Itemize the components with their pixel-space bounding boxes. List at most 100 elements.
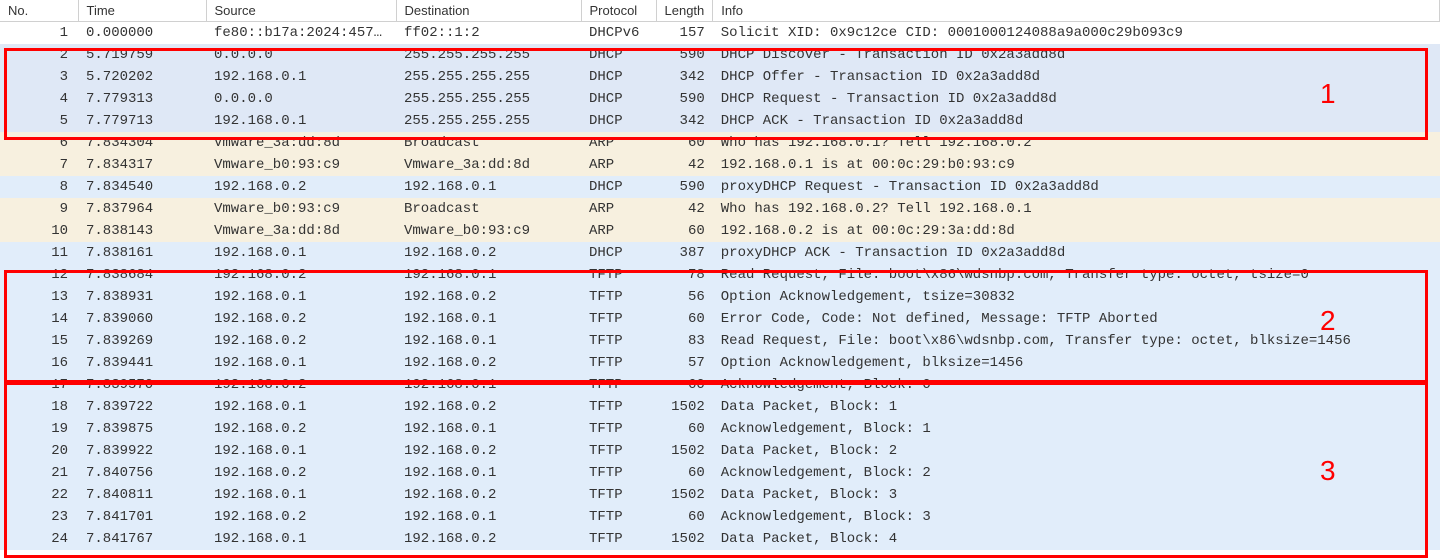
cell-source: fe80::b17a:2024:457…	[206, 22, 396, 45]
packet-row[interactable]: 167.839441192.168.0.1192.168.0.2TFTP57Op…	[0, 352, 1440, 374]
cell-info: DHCP Discover - Transaction ID 0x2a3add8…	[713, 44, 1440, 66]
packet-row[interactable]: 10.000000fe80::b17a:2024:457…ff02::1:2DH…	[0, 22, 1440, 45]
packet-list-table[interactable]: No. Time Source Destination Protocol Len…	[0, 0, 1440, 550]
column-header-row[interactable]: No. Time Source Destination Protocol Len…	[0, 0, 1440, 22]
column-header-time[interactable]: Time	[78, 0, 206, 22]
cell-length: 60	[656, 462, 713, 484]
packet-row[interactable]: 137.838931192.168.0.1192.168.0.2TFTP56Op…	[0, 286, 1440, 308]
cell-no: 24	[0, 528, 78, 550]
cell-protocol: ARP	[581, 154, 656, 176]
packet-row[interactable]: 177.839570192.168.0.2192.168.0.1TFTP60Ac…	[0, 374, 1440, 396]
cell-info: Acknowledgement, Block: 3	[713, 506, 1440, 528]
column-header-no[interactable]: No.	[0, 0, 78, 22]
cell-info: Acknowledgement, Block: 0	[713, 374, 1440, 396]
cell-destination: 192.168.0.1	[396, 418, 581, 440]
packet-row[interactable]: 187.839722192.168.0.1192.168.0.2TFTP1502…	[0, 396, 1440, 418]
cell-time: 7.838161	[78, 242, 206, 264]
packet-row[interactable]: 35.720202192.168.0.1255.255.255.255DHCP3…	[0, 66, 1440, 88]
cell-length: 1502	[656, 528, 713, 550]
cell-info: Read Request, File: boot\x86\wdsnbp.com,…	[713, 264, 1440, 286]
cell-source: 192.168.0.1	[206, 352, 396, 374]
cell-length: 42	[656, 198, 713, 220]
packet-row[interactable]: 107.838143Vmware_3a:dd:8dVmware_b0:93:c9…	[0, 220, 1440, 242]
packet-row[interactable]: 97.837964Vmware_b0:93:c9BroadcastARP42Wh…	[0, 198, 1440, 220]
cell-protocol: ARP	[581, 198, 656, 220]
cell-time: 7.841701	[78, 506, 206, 528]
packet-row[interactable]: 127.838684192.168.0.2192.168.0.1TFTP78Re…	[0, 264, 1440, 286]
cell-info: Data Packet, Block: 4	[713, 528, 1440, 550]
cell-info: Data Packet, Block: 2	[713, 440, 1440, 462]
packet-row[interactable]: 157.839269192.168.0.2192.168.0.1TFTP83Re…	[0, 330, 1440, 352]
cell-info: Error Code, Code: Not defined, Message: …	[713, 308, 1440, 330]
cell-protocol: DHCPv6	[581, 22, 656, 45]
cell-length: 60	[656, 418, 713, 440]
cell-no: 4	[0, 88, 78, 110]
packet-row[interactable]: 227.840811192.168.0.1192.168.0.2TFTP1502…	[0, 484, 1440, 506]
column-header-length[interactable]: Length	[656, 0, 713, 22]
packet-row[interactable]: 117.838161192.168.0.1192.168.0.2DHCP387p…	[0, 242, 1440, 264]
packet-row[interactable]: 77.834317Vmware_b0:93:c9Vmware_3a:dd:8dA…	[0, 154, 1440, 176]
cell-info: Read Request, File: boot\x86\wdsnbp.com,…	[713, 330, 1440, 352]
cell-length: 1502	[656, 440, 713, 462]
cell-protocol: TFTP	[581, 330, 656, 352]
column-header-protocol[interactable]: Protocol	[581, 0, 656, 22]
cell-destination: 192.168.0.2	[396, 440, 581, 462]
column-header-info[interactable]: Info	[713, 0, 1440, 22]
cell-source: 192.168.0.1	[206, 484, 396, 506]
cell-no: 22	[0, 484, 78, 506]
cell-protocol: DHCP	[581, 176, 656, 198]
packet-row[interactable]: 217.840756192.168.0.2192.168.0.1TFTP60Ac…	[0, 462, 1440, 484]
cell-info: 192.168.0.2 is at 00:0c:29:3a:dd:8d	[713, 220, 1440, 242]
cell-source: 192.168.0.1	[206, 66, 396, 88]
packet-row[interactable]: 67.834304Vmware_3a:dd:8dBroadcastARP60Wh…	[0, 132, 1440, 154]
packet-row[interactable]: 47.7793130.0.0.0255.255.255.255DHCP590DH…	[0, 88, 1440, 110]
column-header-destination[interactable]: Destination	[396, 0, 581, 22]
cell-length: 590	[656, 176, 713, 198]
cell-no: 18	[0, 396, 78, 418]
cell-length: 83	[656, 330, 713, 352]
cell-no: 9	[0, 198, 78, 220]
cell-destination: Vmware_b0:93:c9	[396, 220, 581, 242]
cell-no: 2	[0, 44, 78, 66]
cell-info: Data Packet, Block: 1	[713, 396, 1440, 418]
cell-protocol: TFTP	[581, 286, 656, 308]
packet-row[interactable]: 207.839922192.168.0.1192.168.0.2TFTP1502…	[0, 440, 1440, 462]
cell-no: 8	[0, 176, 78, 198]
cell-time: 7.840811	[78, 484, 206, 506]
cell-no: 20	[0, 440, 78, 462]
cell-protocol: DHCP	[581, 66, 656, 88]
cell-source: 192.168.0.1	[206, 286, 396, 308]
packet-row[interactable]: 57.779713192.168.0.1255.255.255.255DHCP3…	[0, 110, 1440, 132]
cell-destination: 192.168.0.2	[396, 484, 581, 506]
packet-row[interactable]: 237.841701192.168.0.2192.168.0.1TFTP60Ac…	[0, 506, 1440, 528]
cell-destination: 255.255.255.255	[396, 66, 581, 88]
cell-source: Vmware_3a:dd:8d	[206, 132, 396, 154]
cell-source: 0.0.0.0	[206, 88, 396, 110]
cell-length: 78	[656, 264, 713, 286]
cell-info: DHCP Request - Transaction ID 0x2a3add8d	[713, 88, 1440, 110]
packet-row[interactable]: 247.841767192.168.0.1192.168.0.2TFTP1502…	[0, 528, 1440, 550]
cell-info: Data Packet, Block: 3	[713, 484, 1440, 506]
cell-no: 15	[0, 330, 78, 352]
cell-destination: Broadcast	[396, 198, 581, 220]
packet-row[interactable]: 25.7197590.0.0.0255.255.255.255DHCP590DH…	[0, 44, 1440, 66]
column-header-source[interactable]: Source	[206, 0, 396, 22]
cell-protocol: TFTP	[581, 440, 656, 462]
cell-source: 192.168.0.1	[206, 110, 396, 132]
cell-source: 192.168.0.2	[206, 264, 396, 286]
cell-no: 11	[0, 242, 78, 264]
cell-source: 0.0.0.0	[206, 44, 396, 66]
packet-row[interactable]: 87.834540192.168.0.2192.168.0.1DHCP590pr…	[0, 176, 1440, 198]
packet-row[interactable]: 147.839060192.168.0.2192.168.0.1TFTP60Er…	[0, 308, 1440, 330]
packet-row[interactable]: 197.839875192.168.0.2192.168.0.1TFTP60Ac…	[0, 418, 1440, 440]
cell-info: Option Acknowledgement, tsize=30832	[713, 286, 1440, 308]
cell-time: 7.838143	[78, 220, 206, 242]
cell-length: 387	[656, 242, 713, 264]
cell-source: 192.168.0.2	[206, 176, 396, 198]
cell-time: 7.839922	[78, 440, 206, 462]
cell-length: 342	[656, 110, 713, 132]
cell-length: 56	[656, 286, 713, 308]
cell-no: 3	[0, 66, 78, 88]
cell-time: 7.834317	[78, 154, 206, 176]
cell-length: 590	[656, 44, 713, 66]
